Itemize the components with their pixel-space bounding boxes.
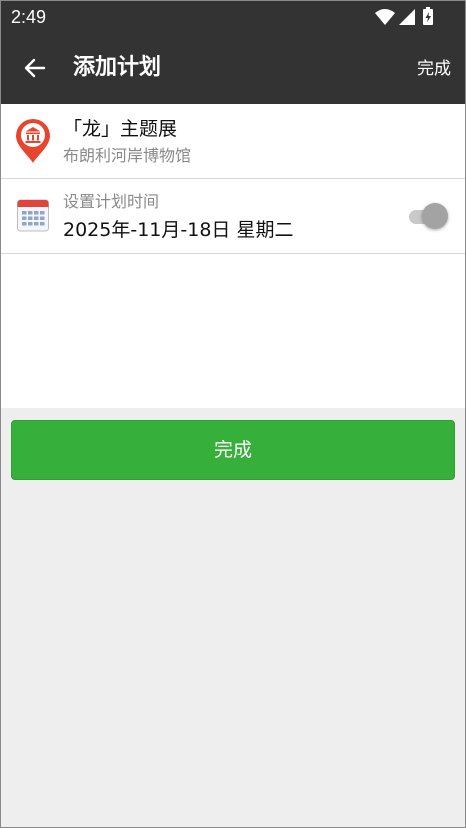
- battery-icon: [423, 7, 433, 25]
- plan-form: 「龙」主题展 布朗利河岸博物馆 设置计划时间 2025年-11月-18日 星期二: [1, 104, 465, 408]
- app-screen: 2:49 添加计划 完成 「龙」主题展 布朗利河岸博物馆 设置计划时间 2025…: [0, 0, 466, 828]
- arrow-left-icon: [24, 58, 46, 78]
- cellular-signal-icon: [399, 9, 415, 25]
- back-button[interactable]: [15, 48, 55, 88]
- calendar-icon: [17, 199, 49, 232]
- museum-pin-icon: [16, 119, 50, 163]
- schedule-label: 设置计划时间: [63, 192, 160, 211]
- page-title: 添加计划: [73, 55, 162, 80]
- schedule-toggle[interactable]: [407, 203, 451, 231]
- toolbar: 添加计划 完成: [1, 32, 465, 104]
- toggle-thumb: [422, 203, 448, 229]
- toolbar-done-button[interactable]: 完成: [417, 58, 451, 80]
- status-time: 2:49: [11, 7, 47, 27]
- schedule-date: 2025年-11月-18日 星期二: [63, 219, 294, 241]
- venue-row[interactable]: 「龙」主题展 布朗利河岸博物馆: [1, 104, 465, 179]
- venue-title: 「龙」主题展: [63, 118, 178, 140]
- venue-subtitle: 布朗利河岸博物馆: [63, 146, 192, 165]
- schedule-row[interactable]: 设置计划时间 2025年-11月-18日 星期二: [1, 179, 465, 254]
- done-button[interactable]: 完成: [11, 420, 455, 480]
- status-icons: [375, 7, 435, 27]
- wifi-icon: [375, 9, 395, 25]
- status-bar: 2:49: [1, 1, 465, 32]
